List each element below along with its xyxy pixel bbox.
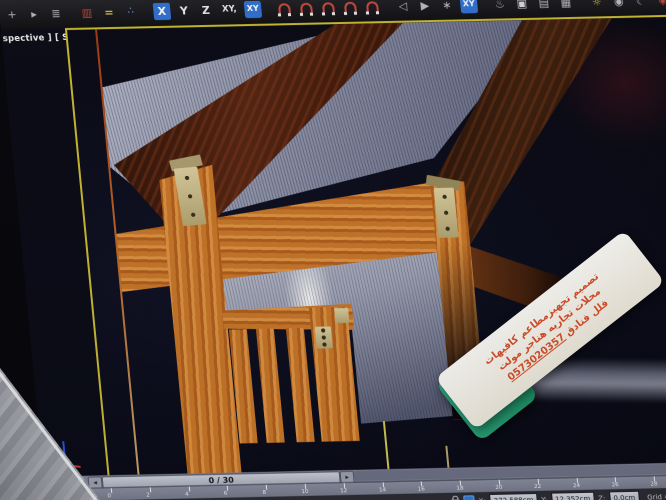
z-coordinate-field[interactable]: 0.0cm	[609, 491, 640, 500]
y-coordinate-field[interactable]: 12.352cm	[550, 492, 594, 500]
gate-slat	[286, 328, 315, 442]
render-setup-icon[interactable]: ▤	[535, 0, 554, 11]
selected-line	[383, 421, 390, 469]
mirror-icon[interactable]: ▥	[78, 4, 97, 21]
material-editor-icon[interactable]: ▣	[513, 0, 532, 12]
trackbar-tick-24: 24	[576, 478, 577, 483]
axis-constraint-y-button[interactable]: Y	[175, 2, 194, 19]
named-selection-sets-icon[interactable]: ∴	[122, 3, 141, 20]
select-and-move-icon[interactable]: +	[3, 6, 22, 23]
trackbar-tick-16: 16	[421, 481, 422, 486]
perspective-viewport[interactable]	[65, 14, 666, 479]
metal-bracket-small	[334, 308, 349, 323]
snap-toggle-xy-icon[interactable]: XY	[244, 0, 263, 17]
axis-constraint-z-button[interactable]: Z	[197, 1, 216, 18]
light-lister-icon[interactable]: ☼	[587, 0, 606, 10]
photo-frame: +▸≣▥=∴XYZXY,XY◁▶∗XY♨▣▤▦☼◉☾◈■ spective ] …	[0, 0, 666, 500]
trackbar-tick-22: 22	[537, 479, 538, 484]
cursor-arrow-icon[interactable]: ▶	[416, 0, 435, 14]
trackbar-tick-18: 18	[460, 481, 461, 486]
environment-icon[interactable]: ☾	[631, 0, 650, 9]
thin-line	[445, 446, 449, 468]
metal-bracket-plate	[315, 326, 333, 348]
render-teapot-icon[interactable]: ♨	[491, 0, 510, 12]
percent-snap-magnet-icon[interactable]	[363, 0, 382, 15]
trackbar-tick-4: 4	[188, 486, 189, 491]
trackbar-tick-12: 12	[344, 483, 345, 488]
monitor-screen: +▸≣▥=∴XYZXY,XY◁▶∗XY♨▣▤▦☼◉☾◈■ spective ] …	[0, 0, 666, 500]
select-object-icon[interactable]: ▸	[25, 5, 44, 22]
trackbar-tick-10: 10	[305, 484, 306, 489]
trackbar-tick-14: 14	[382, 482, 383, 487]
angle-snap-magnet-icon[interactable]	[341, 0, 360, 16]
grid-size-readout: Grid = 10.0cm	[647, 492, 666, 500]
camera-icon[interactable]: ◉	[609, 0, 628, 10]
batch-render-icon[interactable]: ◈	[653, 0, 666, 9]
snap-grid-magnet-icon[interactable]	[275, 0, 294, 17]
trackbar-tick-2: 2	[150, 487, 151, 492]
x-coordinate-field[interactable]: 372.588cm	[489, 493, 538, 500]
measure-distance-icon[interactable]: =	[100, 3, 119, 20]
axis-constraint-x-button[interactable]: X	[153, 2, 172, 19]
snap-toggle-xy2-icon[interactable]: XY	[460, 0, 479, 13]
snap-pin-magnet-icon[interactable]	[297, 0, 316, 16]
trackbar-tick-26: 26	[615, 477, 616, 482]
trackbar-tick-0: 0	[111, 488, 112, 493]
rendered-frame-window-icon[interactable]: ▦	[557, 0, 576, 11]
absolute-mode-icon[interactable]	[463, 495, 475, 500]
y-label: Y:	[541, 495, 547, 500]
select-and-manipulate-icon[interactable]: ◁	[394, 0, 413, 14]
snap-dot-magnet-icon[interactable]	[319, 0, 338, 16]
trackbar-tick-28: 28	[654, 476, 655, 481]
trackbar-tick-6: 6	[227, 486, 228, 491]
gate-slat	[256, 329, 285, 443]
z-label: Z:	[598, 494, 606, 500]
select-by-name-icon[interactable]: ≣	[47, 5, 66, 22]
trackbar-tick-8: 8	[266, 485, 267, 490]
x-label: X:	[478, 497, 486, 500]
axis-constraint-xy-button[interactable]: XY,	[219, 1, 241, 18]
spinner-snap-icon[interactable]: ∗	[438, 0, 457, 13]
trackbar-tick-20: 20	[499, 480, 500, 485]
